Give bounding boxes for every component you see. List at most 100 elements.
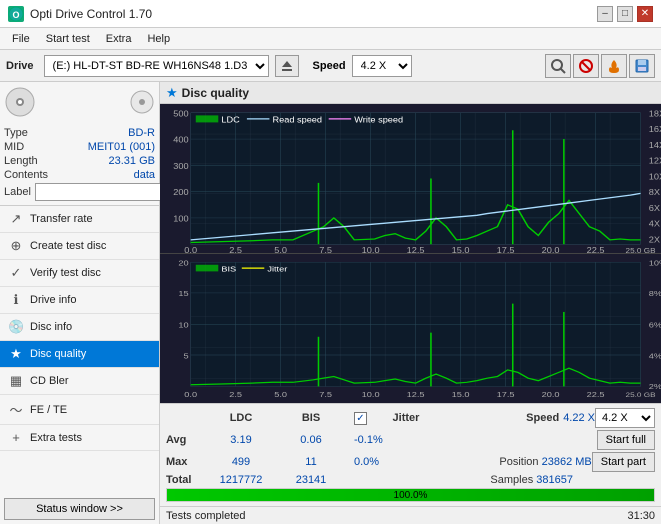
svg-text:100: 100 (173, 214, 189, 223)
svg-text:O: O (12, 10, 19, 20)
sidebar-item-cd-bler[interactable]: ▦ CD Bler (0, 368, 159, 395)
svg-text:22.5: 22.5 (587, 246, 605, 253)
svg-text:6%: 6% (649, 321, 661, 330)
svg-text:300: 300 (173, 161, 189, 170)
speed-info: Speed 4.22 X (526, 412, 595, 424)
start-full-button[interactable]: Start full (597, 430, 655, 450)
svg-text:8X: 8X (649, 188, 661, 197)
sidebar-item-disc-quality[interactable]: ★ Disc quality (0, 341, 159, 368)
menu-file[interactable]: File (4, 31, 38, 47)
burn-button[interactable] (601, 54, 627, 78)
menu-bar: File Start test Extra Help (0, 28, 661, 50)
jitter-header: Jitter (371, 412, 441, 424)
transfer-rate-icon: ↗ (8, 211, 24, 227)
status-bar: Tests completed 31:30 (160, 506, 661, 524)
svg-text:Read speed: Read speed (272, 115, 322, 124)
avg-row: Avg 3.19 0.06 -0.1% Start full (166, 430, 655, 450)
speed-dropdown[interactable]: 4.2 X (595, 408, 655, 428)
sidebar-item-verify-test-disc-label: Verify test disc (30, 267, 101, 279)
speed-label: Speed (313, 60, 346, 72)
svg-text:Jitter: Jitter (267, 264, 287, 273)
svg-text:0.0: 0.0 (184, 246, 197, 253)
bis-header: BIS (276, 412, 346, 424)
svg-text:15.0: 15.0 (452, 390, 470, 399)
sidebar-item-drive-info-label: Drive info (30, 294, 76, 306)
samples-val: 381657 (536, 474, 573, 486)
erase-button[interactable] (573, 54, 599, 78)
disc-icon2 (129, 89, 155, 120)
sidebar-item-verify-test-disc[interactable]: ✓ Verify test disc (0, 260, 159, 287)
window-controls: – □ ✕ (597, 6, 653, 22)
avg-jitter: -0.1% (354, 434, 597, 446)
svg-text:25.0 GB: 25.0 GB (626, 391, 656, 399)
svg-text:200: 200 (173, 188, 189, 197)
drive-info-icon: ℹ (8, 292, 24, 308)
start-part-area: Start part (592, 452, 655, 472)
sidebar-item-extra-tests-label: Extra tests (30, 432, 82, 444)
jitter-section: ✓ Jitter (354, 412, 516, 425)
position-val: 23862 MB (542, 456, 592, 468)
sidebar-item-extra-tests[interactable]: + Extra tests (0, 425, 159, 451)
total-ldc: 1217772 (206, 474, 276, 486)
ldc-chart-container: 500 400 300 200 100 18X 16X 14X 12X 10X … (160, 104, 661, 254)
sidebar-item-create-test-disc[interactable]: ⊕ Create test disc (0, 233, 159, 260)
sidebar-item-disc-info[interactable]: 💿 Disc info (0, 314, 159, 341)
drive-bar: Drive (E:) HL-DT-ST BD-RE WH16NS48 1.D3 … (0, 50, 661, 82)
sidebar-item-fe-te[interactable]: 〜 FE / TE (0, 395, 159, 425)
disc-quality-title: Disc quality (182, 86, 249, 100)
disc-label-input[interactable] (35, 183, 173, 201)
disc-type-value: BD-R (128, 127, 155, 139)
max-label: Max (166, 456, 206, 468)
menu-help[interactable]: Help (139, 31, 178, 47)
content-area: ★ Disc quality (160, 82, 661, 524)
main-area: Type BD-R MID MEIT01 (001) Length 23.31 … (0, 82, 661, 524)
drive-select[interactable]: (E:) HL-DT-ST BD-RE WH16NS48 1.D3 (44, 55, 269, 77)
svg-text:10X: 10X (649, 172, 661, 181)
create-test-disc-icon: ⊕ (8, 238, 24, 254)
speed-label-static: Speed (526, 412, 559, 424)
eject-button[interactable] (275, 55, 299, 77)
sidebar-item-drive-info[interactable]: ℹ Drive info (0, 287, 159, 314)
svg-text:16X: 16X (649, 125, 661, 134)
svg-text:12.5: 12.5 (407, 246, 425, 253)
scan-button[interactable] (545, 54, 571, 78)
disc-mid-label: MID (4, 141, 24, 153)
total-row: Total 1217772 23141 Samples 381657 (166, 474, 655, 486)
progress-text: 100.0% (167, 489, 654, 501)
samples-label: Samples (490, 474, 536, 486)
status-window-button[interactable]: Status window >> (4, 498, 155, 520)
right-controls: 4.2 X (595, 408, 655, 428)
speed-select[interactable]: 4.2 X (352, 55, 412, 77)
disc-contents-label: Contents (4, 169, 48, 181)
start-full-area: Start full (597, 430, 655, 450)
max-jitter: 0.0% (354, 456, 499, 468)
disc-length-value: 23.31 GB (109, 155, 155, 167)
menu-start-test[interactable]: Start test (38, 31, 98, 47)
toolbar-icons (545, 54, 655, 78)
fe-te-icon: 〜 (8, 400, 24, 419)
save-button[interactable] (629, 54, 655, 78)
svg-text:7.5: 7.5 (319, 246, 332, 253)
start-part-button[interactable]: Start part (592, 452, 655, 472)
svg-text:5.0: 5.0 (274, 390, 287, 399)
extra-tests-icon: + (8, 430, 24, 445)
svg-text:0.0: 0.0 (184, 390, 197, 399)
sidebar: Type BD-R MID MEIT01 (001) Length 23.31 … (0, 82, 160, 524)
maximize-button[interactable]: □ (617, 6, 633, 22)
disc-length-label: Length (4, 155, 38, 167)
close-button[interactable]: ✕ (637, 6, 653, 22)
total-bis: 23141 (276, 474, 346, 486)
menu-extra[interactable]: Extra (98, 31, 140, 47)
stats-header-row: LDC BIS ✓ Jitter Speed 4.22 X 4.2 X (166, 408, 655, 428)
position-label: Position (499, 456, 541, 468)
jitter-checkbox[interactable]: ✓ (354, 412, 367, 425)
progress-bar-container: 100.0% (166, 488, 655, 502)
title-bar-left: O Opti Drive Control 1.70 (8, 6, 152, 22)
sidebar-item-transfer-rate[interactable]: ↗ Transfer rate (0, 206, 159, 233)
app-icon: O (8, 6, 24, 22)
svg-text:14X: 14X (649, 140, 661, 149)
minimize-button[interactable]: – (597, 6, 613, 22)
app-title: Opti Drive Control 1.70 (30, 7, 152, 21)
svg-text:25.0 GB: 25.0 GB (626, 247, 656, 253)
disc-icon (4, 86, 36, 123)
